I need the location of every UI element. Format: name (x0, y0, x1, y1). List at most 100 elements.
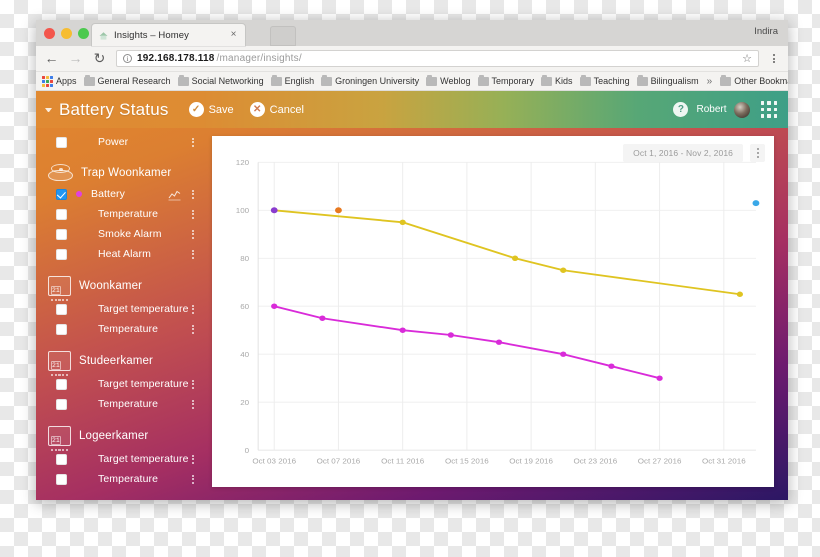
list-item-label: Battery (91, 188, 125, 200)
list-item[interactable]: Smoke Alarm (36, 224, 206, 244)
chart-y-tick: 80 (240, 254, 249, 262)
vertical-dots-icon[interactable] (188, 249, 197, 259)
chart-data-point (511, 255, 519, 261)
apps-grid-icon (42, 76, 53, 87)
list-item[interactable]: Power (36, 132, 206, 152)
bookmark-label: Weblog (440, 76, 471, 86)
back-icon[interactable]: ← (44, 51, 59, 66)
list-item-label: Target temperature (98, 303, 189, 315)
vertical-dots-icon[interactable] (189, 454, 198, 464)
checkbox-target-temperature[interactable] (56, 453, 67, 465)
avatar[interactable] (733, 101, 750, 118)
vertical-dots-icon[interactable] (188, 399, 197, 409)
group-header-studeerkamer[interactable]: 21 Studeerkamer (36, 348, 206, 376)
vertical-dots-icon[interactable] (188, 474, 197, 484)
checkbox-smoke-alarm[interactable] (56, 228, 67, 240)
vertical-dots-icon[interactable] (750, 144, 765, 162)
bookmark-label: General Research (97, 76, 171, 86)
close-window-button[interactable] (44, 28, 55, 39)
browser-menu-icon[interactable] (768, 54, 780, 63)
chart-data-point (560, 351, 567, 357)
list-item[interactable]: Temperature (36, 204, 206, 224)
date-range-selector[interactable]: Oct 1, 2016 - Nov 2, 2016 (623, 144, 743, 162)
save-button[interactable]: ✓ Save (188, 102, 234, 117)
address-bar[interactable]: i 192.168.178.118 /manager/insights/ ☆ (116, 50, 759, 67)
chart-y-tick: 40 (240, 350, 249, 358)
list-item-label: Smoke Alarm (98, 228, 162, 240)
list-item[interactable]: Target temperature (36, 449, 206, 469)
vertical-dots-icon[interactable] (189, 379, 198, 389)
bookmark-kids[interactable]: Kids (541, 74, 573, 86)
vertical-dots-icon[interactable] (188, 137, 197, 147)
bookmark-bilingualism[interactable]: Bilingualism (636, 74, 699, 86)
bookmark-other-bookmarks[interactable]: Other Bookmarks (720, 74, 788, 86)
bookmarks-bar: Apps General Research Social Networking … (36, 72, 788, 91)
profile-name[interactable]: Indira (754, 26, 778, 37)
checkbox-battery[interactable] (56, 188, 67, 200)
site-info-icon[interactable]: i (123, 54, 132, 63)
triangle-down-icon[interactable] (45, 107, 52, 112)
chart-x-tick: Oct 19 2016 (509, 457, 553, 465)
list-item[interactable]: Target temperature (36, 299, 206, 319)
tab-title: Insights – Homey (114, 29, 189, 41)
bookmark-groningen-university[interactable]: Groningen University (321, 74, 419, 86)
checkbox-temperature[interactable] (56, 208, 67, 220)
insight-chart-icon[interactable] (168, 188, 181, 201)
vertical-dots-icon[interactable] (188, 229, 197, 239)
bookmarks-overflow-icon[interactable]: » (706, 76, 714, 87)
user-name[interactable]: Robert (696, 104, 726, 115)
list-item-label: Temperature (98, 398, 159, 410)
list-item-label: Power (98, 136, 129, 148)
bookmark-apps[interactable]: Apps (42, 76, 77, 87)
checkbox-target-temperature[interactable] (56, 378, 67, 390)
forward-icon[interactable]: → (68, 51, 83, 66)
cancel-button[interactable]: ✕ Cancel (249, 102, 304, 117)
group-header-trap-woonkamer[interactable]: Trap Woonkamer (36, 161, 206, 184)
close-icon[interactable]: × (228, 29, 239, 41)
insights-sidebar[interactable]: Power Trap Woonkamer Battery Temperature… (36, 128, 206, 500)
list-item-label: Temperature (98, 323, 159, 335)
group-label: Trap Woonkamer (81, 166, 172, 179)
bookmark-label: Temporary (491, 76, 535, 86)
group-header-woonkamer[interactable]: 21 Woonkamer (36, 273, 206, 301)
list-item[interactable]: Temperature (36, 394, 206, 414)
chart-series (271, 207, 743, 381)
bookmark-teaching[interactable]: Teaching (579, 74, 630, 86)
bookmark-social-networking[interactable]: Social Networking (177, 74, 264, 86)
list-item[interactable]: Heat Alarm (36, 244, 206, 264)
vertical-dots-icon[interactable] (188, 189, 197, 199)
chart-y-tick-labels: 0 20 40 60 80 100 120 (236, 158, 249, 454)
folder-icon (83, 74, 95, 86)
navigation-bar: ← → ↻ i 192.168.178.118 /manager/insight… (36, 46, 788, 72)
checkbox-power[interactable] (56, 136, 67, 148)
bookmark-weblog[interactable]: Weblog (426, 74, 471, 86)
folder-icon (270, 74, 282, 86)
chart-plot-area[interactable]: 0 20 40 60 80 100 120 Oct 03 2016 Oct 07 2016 Oc… (212, 136, 774, 487)
new-tab-button[interactable] (270, 26, 296, 46)
chart-x-tick: Oct 31 2016 (702, 457, 746, 465)
reload-icon[interactable]: ↻ (92, 51, 107, 66)
checkbox-target-temperature[interactable] (56, 303, 67, 315)
group-header-logeerkamer[interactable]: 21 Logeerkamer (36, 423, 206, 451)
checkbox-temperature[interactable] (56, 473, 67, 485)
checkbox-temperature[interactable] (56, 398, 67, 410)
app-grid-icon[interactable] (760, 101, 777, 118)
help-icon[interactable]: ? (673, 102, 689, 117)
list-item[interactable]: Target temperature (36, 374, 206, 394)
bookmark-english[interactable]: English (270, 74, 314, 86)
maximize-window-button[interactable] (78, 28, 89, 39)
checkbox-temperature[interactable] (56, 323, 67, 335)
list-item[interactable]: Temperature (36, 319, 206, 339)
vertical-dots-icon[interactable] (188, 209, 197, 219)
checkbox-heat-alarm[interactable] (56, 248, 67, 260)
vertical-dots-icon[interactable] (189, 304, 198, 314)
bookmark-star-icon[interactable]: ☆ (742, 52, 752, 65)
browser-tab[interactable]: Insights – Homey × (92, 24, 245, 46)
list-item[interactable]: Battery (36, 184, 206, 204)
bookmark-general-research[interactable]: General Research (83, 74, 171, 86)
list-item[interactable]: Temperature (36, 469, 206, 489)
vertical-dots-icon[interactable] (188, 324, 197, 334)
chart-y-tick: 60 (240, 302, 249, 310)
bookmark-temporary[interactable]: Temporary (477, 74, 535, 86)
minimize-window-button[interactable] (61, 28, 72, 39)
